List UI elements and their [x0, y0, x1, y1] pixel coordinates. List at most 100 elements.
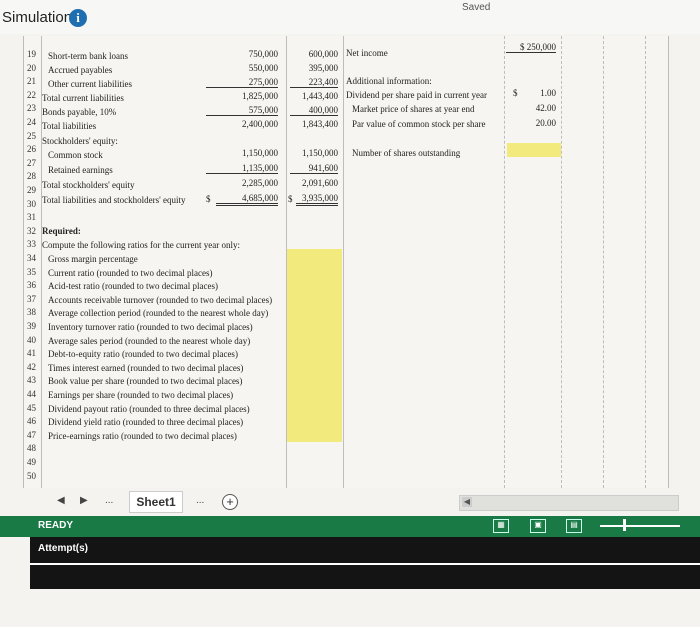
row-number[interactable]: 25 — [27, 131, 43, 141]
add-sheet-icon[interactable]: + — [222, 494, 238, 510]
row-number[interactable]: 44 — [27, 389, 43, 399]
more-sheets-left[interactable]: ... — [105, 495, 113, 506]
row-number[interactable]: 43 — [27, 375, 43, 385]
answer-cells[interactable] — [287, 249, 342, 442]
prev-sheet-icon[interactable]: ◀ — [57, 495, 65, 506]
info-icon[interactable]: i — [69, 9, 87, 27]
row-number[interactable]: 31 — [27, 212, 43, 222]
cur-retained[interactable]: 1,135,000 — [206, 163, 278, 174]
prior-total-le-dollar: $ — [288, 194, 293, 204]
required-item: Times interest earned (rounded to two de… — [48, 362, 244, 373]
page-layout-icon[interactable]: ▣ — [530, 519, 546, 533]
row-number[interactable]: 42 — [27, 362, 43, 372]
scroll-left-icon[interactable]: ◀ — [462, 497, 472, 507]
status-bar-left — [0, 516, 30, 537]
row-number[interactable]: 35 — [27, 267, 43, 277]
row-number[interactable]: 45 — [27, 403, 43, 413]
horizontal-scrollbar[interactable] — [459, 495, 679, 511]
net-income-label: Net income — [346, 48, 388, 58]
prior-accrued[interactable]: 395,000 — [290, 63, 338, 73]
required-item: Current ratio (rounded to two decimal pl… — [48, 267, 213, 278]
row-number[interactable]: 40 — [27, 335, 43, 345]
column-divider — [603, 36, 604, 488]
row-number[interactable]: 39 — [27, 321, 43, 331]
cur-short-term-loans[interactable]: 750,000 — [222, 49, 278, 59]
row-number[interactable]: 28 — [27, 171, 43, 181]
row-number[interactable]: 34 — [27, 253, 43, 263]
market-price-label: Market price of shares at year end — [352, 104, 475, 114]
required-item: Average collection period (rounded to th… — [48, 308, 269, 319]
label-short-term-loans: Short-term bank loans — [48, 51, 128, 61]
page-break-icon[interactable]: ▤ — [566, 519, 582, 533]
required-item: Average sales period (rounded to the nea… — [48, 335, 251, 346]
label-total-current: Total current liabilities — [42, 93, 124, 103]
attempt-input-bar[interactable] — [30, 563, 700, 589]
row-number[interactable]: 33 — [27, 239, 43, 249]
label-other-current: Other current liabilities — [48, 79, 132, 89]
row-number[interactable]: 47 — [27, 430, 43, 440]
required-item: Dividend yield ratio (rounded to three d… — [48, 417, 244, 428]
prior-total-le[interactable]: 3,935,000 — [296, 193, 338, 206]
cur-total-equity[interactable]: 2,285,000 — [222, 178, 278, 188]
page-title: Simulation — [2, 9, 73, 26]
more-sheets-right[interactable]: ... — [196, 495, 204, 506]
row-number[interactable]: 48 — [27, 443, 43, 453]
saved-status: Saved — [462, 2, 491, 13]
row-number[interactable]: 38 — [27, 307, 43, 317]
prior-total-equity[interactable]: 2,091,600 — [290, 178, 338, 188]
prior-total-liab[interactable]: 1,843,400 — [290, 119, 338, 129]
net-income-value[interactable]: $ 250,000 — [506, 42, 556, 53]
column-divider — [561, 36, 562, 488]
row-number[interactable]: 21 — [27, 76, 43, 86]
prior-bonds[interactable]: 400,000 — [290, 105, 338, 116]
zoom-slider-knob[interactable] — [623, 519, 626, 531]
cur-common[interactable]: 1,150,000 — [222, 148, 278, 158]
next-sheet-icon[interactable]: ▶ — [80, 495, 88, 506]
prior-other-current[interactable]: 223,400 — [290, 77, 338, 88]
row-number[interactable]: 30 — [27, 199, 43, 209]
row-number[interactable]: 27 — [27, 158, 43, 168]
prior-total-current[interactable]: 1,443,400 — [290, 91, 338, 101]
tab-sheet1[interactable]: Sheet1 — [129, 491, 183, 513]
zoom-slider[interactable] — [600, 525, 680, 527]
cur-total-le[interactable]: 4,685,000 — [216, 193, 278, 206]
row-number[interactable]: 36 — [27, 280, 43, 290]
attempts-label: Attempt(s) — [38, 543, 88, 554]
required-header: Required: — [42, 226, 81, 236]
label-total-equity: Total stockholders' equity — [42, 180, 135, 190]
row-number[interactable]: 37 — [27, 294, 43, 304]
cur-other-current[interactable]: 275,000 — [206, 77, 278, 88]
dividend-value[interactable]: 1.00 — [520, 88, 556, 98]
cur-total-current[interactable]: 1,825,000 — [222, 91, 278, 101]
label-bonds: Bonds payable, 10% — [42, 107, 117, 117]
cur-bonds[interactable]: 575,000 — [206, 105, 278, 116]
row-number[interactable]: 23 — [27, 103, 43, 113]
required-instruction: Compute the following ratios for the cur… — [42, 240, 240, 250]
par-value-label: Par value of common stock per share — [352, 119, 486, 129]
row-number[interactable]: 41 — [27, 348, 43, 358]
normal-view-icon[interactable]: ▦ — [493, 519, 509, 533]
row-number[interactable]: 26 — [27, 144, 43, 154]
row-number[interactable]: 29 — [27, 185, 43, 195]
row-number[interactable]: 49 — [27, 457, 43, 467]
cur-total-liab[interactable]: 2,400,000 — [222, 119, 278, 129]
prior-retained[interactable]: 941,600 — [290, 163, 338, 174]
required-item: Book value per share (rounded to two dec… — [48, 376, 243, 387]
row-number[interactable]: 46 — [27, 416, 43, 426]
column-divider — [645, 36, 646, 488]
cur-accrued[interactable]: 550,000 — [222, 63, 278, 73]
required-item: Acid-test ratio (rounded to two decimal … — [48, 281, 218, 292]
required-item: Gross margin percentage — [48, 254, 138, 264]
market-price-value[interactable]: 42.00 — [520, 103, 556, 113]
row-number[interactable]: 50 — [27, 471, 43, 481]
row-number[interactable]: 22 — [27, 90, 43, 100]
row-number[interactable]: 19 — [27, 49, 43, 59]
shares-answer-cell[interactable] — [507, 143, 561, 157]
row-number[interactable]: 32 — [27, 226, 43, 236]
row-number[interactable]: 20 — [27, 63, 43, 73]
prior-short-term-loans[interactable]: 600,000 — [290, 49, 338, 59]
prior-common[interactable]: 1,150,000 — [290, 148, 338, 158]
row-number[interactable]: 24 — [27, 117, 43, 127]
par-value-value[interactable]: 20.00 — [520, 118, 556, 128]
dividend-dollar: $ — [513, 88, 518, 98]
